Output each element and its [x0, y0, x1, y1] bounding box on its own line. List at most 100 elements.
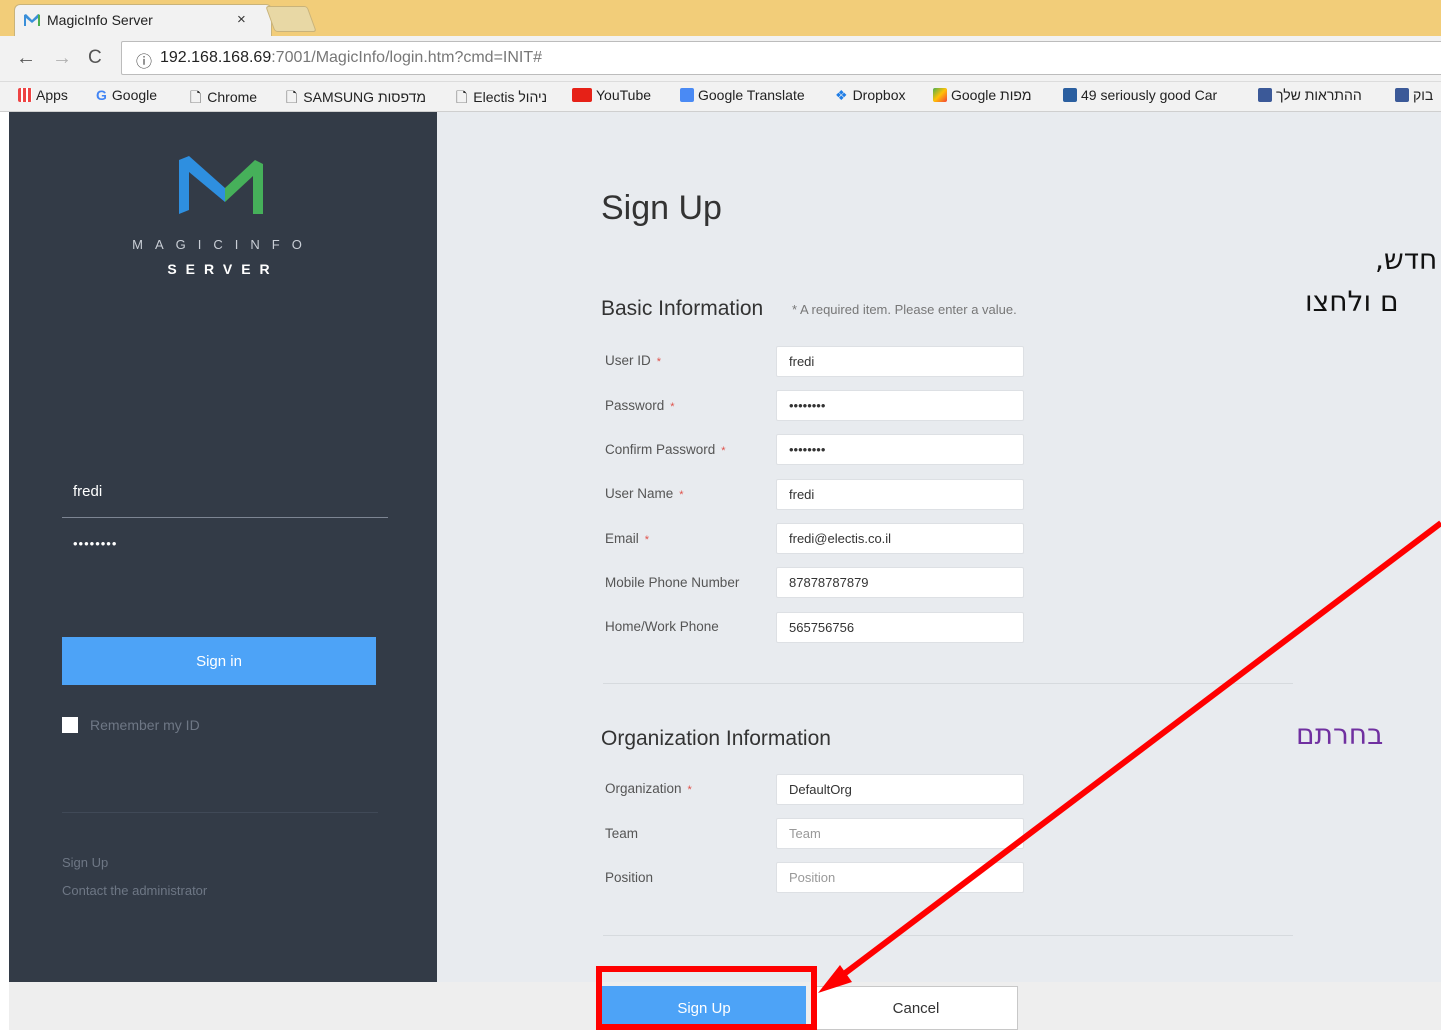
email-input[interactable]: fredi@electis.co.il	[776, 523, 1024, 554]
bookmark-google-maps[interactable]: Google מפות	[933, 87, 1032, 103]
bookmark-label: 49 seriously good Car	[1081, 87, 1218, 103]
label-text: Organization	[605, 781, 682, 796]
bookmark-facebook-notifications[interactable]: ההתראות שלך	[1258, 87, 1362, 103]
back-arrow-icon[interactable]: ←	[16, 47, 36, 70]
facebook-icon	[1395, 88, 1409, 102]
login-panel: MAGICINFO SERVER fredi •••••••• Sign in …	[9, 112, 437, 982]
new-tab-button[interactable]	[265, 6, 317, 32]
organization-select[interactable]: DefaultOrg	[776, 774, 1024, 805]
org-info-title: Organization Information	[601, 727, 831, 750]
hebrew-caption-line2: ם ולחצו	[1305, 285, 1399, 318]
bookmark-chrome[interactable]: 🗋 Chrome	[190, 87, 257, 111]
login-username-input[interactable]: fredi	[73, 483, 102, 500]
home-work-phone-input[interactable]: 565756756	[776, 612, 1024, 643]
bookmark-label: Chrome	[207, 89, 258, 105]
bookmark-google-translate[interactable]: Google Translate	[680, 87, 805, 103]
required-star: *	[670, 401, 675, 413]
email-label: Email *	[605, 531, 649, 546]
sign-in-button[interactable]: Sign in	[62, 637, 376, 685]
bookmark-label: Google Translate	[698, 87, 805, 103]
translate-icon	[680, 88, 694, 102]
brand-server: SERVER	[167, 261, 279, 277]
mobile-phone-label: Mobile Phone Number	[605, 575, 740, 590]
basic-info-title: Basic Information	[601, 297, 764, 320]
dropbox-icon: ❖	[835, 87, 848, 103]
team-label: Team	[605, 826, 639, 841]
tr-icon	[1063, 88, 1077, 102]
required-star: *	[656, 356, 662, 368]
user-name-input[interactable]: fredi	[776, 479, 1024, 510]
bookmark-label: Electis ניהול	[473, 89, 548, 105]
browser-tab-strip: MagicInfo Server ×	[0, 0, 1441, 36]
maps-icon	[933, 88, 947, 102]
close-tab-icon[interactable]: ×	[237, 11, 246, 28]
bookmark-youtube[interactable]: YouTube	[572, 87, 651, 103]
bookmark-tr[interactable]: 49 seriously good Car	[1063, 87, 1233, 103]
bookmark-electis[interactable]: 🗋 Electis ניהול	[456, 87, 547, 111]
bookmark-label: Dropbox	[852, 87, 906, 103]
username-underline	[62, 517, 388, 518]
label-text: User ID	[605, 353, 651, 368]
brand-magicinfo: MAGICINFO	[132, 237, 314, 252]
site-info-icon[interactable]: ⓘ	[136, 48, 152, 72]
google-g-icon: G	[96, 87, 107, 103]
bookmark-apps[interactable]: Apps	[18, 87, 68, 103]
cancel-button[interactable]: Cancel	[814, 986, 1018, 1030]
facebook-icon	[1258, 88, 1272, 102]
required-star: *	[721, 445, 726, 457]
bookmark-label: Google	[111, 87, 158, 103]
apps-grid-icon	[18, 88, 32, 102]
password-label: Password *	[605, 398, 675, 413]
url-path: :7001/MagicInfo/login.htm?cmd=INIT#	[271, 49, 543, 66]
bookmark-label: Apps	[36, 87, 68, 103]
hebrew-caption-line1: חדש,	[1375, 243, 1438, 276]
user-name-label: User Name *	[605, 486, 684, 501]
required-star: *	[679, 489, 684, 501]
user-id-input[interactable]: fredi	[776, 346, 1024, 377]
bookmark-samsung[interactable]: 🗋 SAMSUNG מדפסות	[286, 87, 426, 111]
mobile-phone-input[interactable]: 87878787879	[776, 567, 1024, 598]
position-input[interactable]: Position	[776, 862, 1024, 893]
bookmark-label: SAMSUNG מדפסות	[303, 89, 426, 105]
bookmark-label: ההתראות שלך	[1276, 87, 1362, 103]
section-divider	[603, 683, 1293, 684]
panel-divider	[62, 812, 378, 813]
bookmark-facebook[interactable]: בוק	[1395, 87, 1433, 103]
magicinfo-tab-icon	[24, 14, 40, 26]
browser-tab[interactable]: MagicInfo Server ×	[14, 4, 272, 36]
page-icon: 🗋	[286, 89, 298, 105]
label-text: Password	[605, 398, 665, 413]
bookmark-google[interactable]: G Google	[96, 87, 157, 103]
form-bottom-divider	[603, 935, 1293, 936]
tab-title: MagicInfo Server	[47, 12, 153, 28]
browser-toolbar: ← → C ⓘ 192.168.168.69:7001/MagicInfo/lo…	[0, 36, 1441, 82]
required-star: *	[687, 784, 692, 796]
sign-up-link[interactable]: Sign Up	[62, 855, 108, 870]
forward-arrow-icon[interactable]: →	[52, 47, 72, 70]
address-bar[interactable]: ⓘ 192.168.168.69:7001/MagicInfo/login.ht…	[121, 41, 1441, 75]
bookmark-dropbox[interactable]: ❖ Dropbox	[835, 87, 905, 104]
confirm-password-label: Confirm Password *	[605, 442, 726, 457]
reload-icon[interactable]: C	[88, 47, 102, 69]
label-text: Confirm Password	[605, 442, 716, 457]
address-url: 192.168.168.69:7001/MagicInfo/login.htm?…	[160, 49, 542, 67]
password-input[interactable]: ••••••••	[776, 390, 1024, 421]
remember-id-checkbox[interactable]	[62, 717, 78, 733]
bookmark-label: בוק	[1413, 87, 1434, 103]
organization-label: Organization *	[605, 781, 692, 796]
bookmarks-bar: Apps G Google 🗋 Chrome 🗋 SAMSUNG מדפסות 🗋 El…	[0, 82, 1441, 112]
hebrew-caption-line3: בחרתם	[1296, 718, 1384, 751]
bookmark-label: Google מפות	[951, 87, 1032, 103]
home-work-phone-label: Home/Work Phone	[605, 619, 719, 634]
bookmark-label: YouTube	[596, 87, 652, 103]
url-host: 192.168.168.69	[160, 49, 272, 66]
label-text: User Name	[605, 486, 674, 501]
required-note: * A required item. Please enter a value.	[792, 302, 1017, 317]
position-label: Position	[605, 870, 654, 885]
contact-admin-link[interactable]: Contact the administrator	[62, 883, 207, 898]
page-icon: 🗋	[190, 89, 202, 105]
team-input[interactable]: Team	[776, 818, 1024, 849]
highlight-box	[596, 966, 817, 1030]
confirm-password-input[interactable]: ••••••••	[776, 434, 1024, 465]
login-password-input[interactable]: ••••••••	[73, 536, 117, 551]
